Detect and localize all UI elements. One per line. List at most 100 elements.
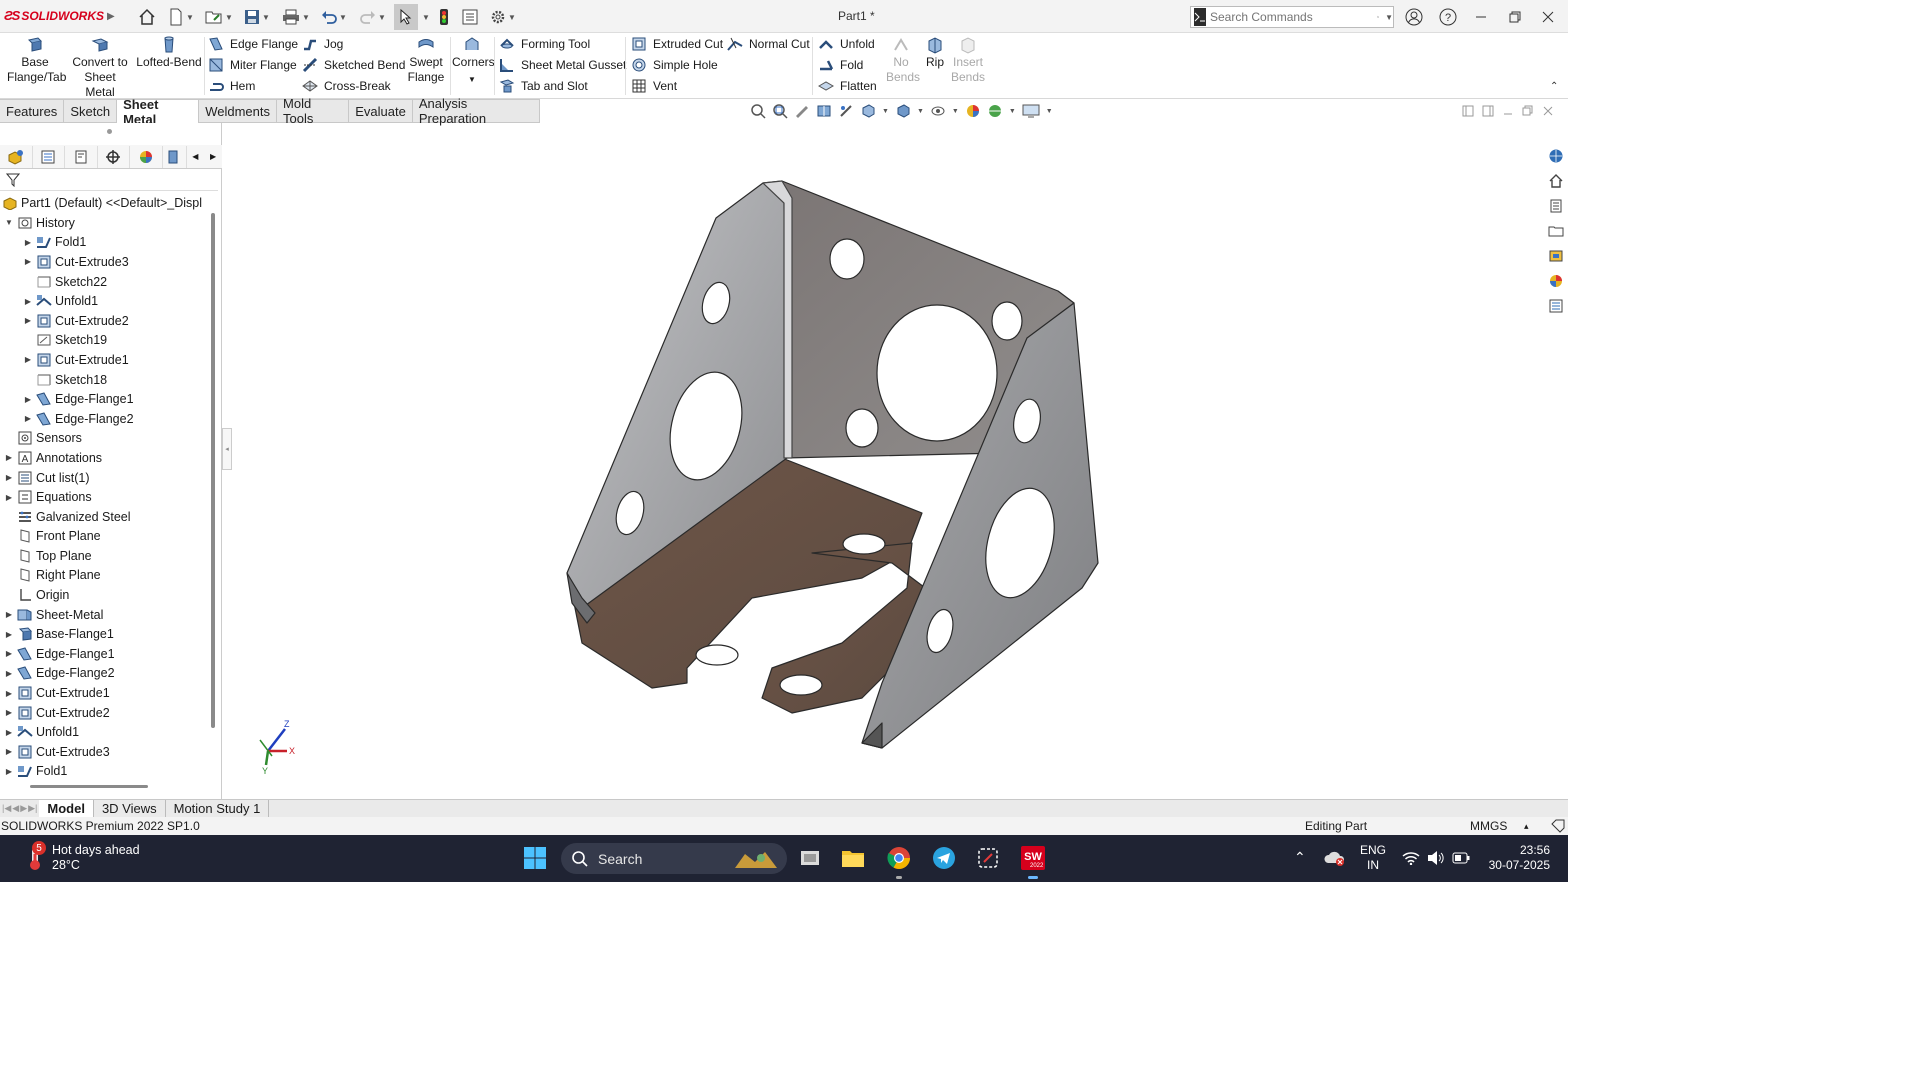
feature-tree-tab[interactable] [0,145,33,168]
select-button[interactable] [394,4,418,30]
tree-item[interactable]: ▶ Edge-Flange1 [0,644,210,664]
expand-arrow-icon[interactable]: ▶ [23,355,33,364]
collapse-arrow-icon[interactable]: ▼ [4,218,14,227]
tree-item[interactable]: ▶ Edge-Flange2 [0,664,210,684]
simple-hole-button[interactable]: Simple Hole [631,55,718,75]
tree-item[interactable]: Sketch22 [0,272,210,292]
flatten-button[interactable]: Flatten [818,76,877,96]
forming-tool-button[interactable]: Forming Tool [499,34,590,54]
tree-item[interactable]: Sensors [0,429,210,449]
tab-nav-arrows[interactable]: |◀ ◀ ▶ ▶| [0,803,39,814]
pane-collapse-handle[interactable]: ◂ [222,428,232,470]
tree-item[interactable]: Origin [0,585,210,605]
sheet-metal-tab[interactable] [163,145,187,168]
vent-button[interactable]: Vent [631,76,677,96]
collapse-ribbon-icon[interactable]: ⌃ [1550,81,1558,92]
menu-expand-icon[interactable]: ▶ [107,11,115,22]
rebuild-button[interactable] [438,7,450,27]
solidworks-taskbar-button[interactable]: SW 2022 [1020,845,1046,871]
tree-item[interactable]: ▶ Fold1 [0,762,210,782]
jog-button[interactable]: Jog [302,34,343,54]
expand-arrow-icon[interactable]: ▶ [4,453,14,462]
expand-arrow-icon[interactable]: ▶ [4,649,14,658]
expand-arrow-icon[interactable]: ▶ [4,630,14,639]
undo-button[interactable]: ▼ [321,7,347,27]
user-account-button[interactable] [1403,6,1425,28]
no-bends-button[interactable]: No Bends [884,36,920,85]
convert-to-sheet-metal-button[interactable]: Convert to Sheet Metal [68,36,132,100]
appearances-tab[interactable] [1546,246,1566,265]
doc-restore-icon[interactable] [1522,105,1534,117]
home-button[interactable] [138,7,156,27]
section-view-icon[interactable] [816,103,832,119]
tree-horizontal-scrollbar[interactable] [30,785,148,788]
corners-dropdown-icon[interactable]: ▼ [452,72,492,87]
hide-show-items-icon[interactable] [930,103,946,119]
tab-evaluate[interactable]: Evaluate [349,99,413,123]
start-button[interactable] [522,845,548,871]
volume-icon[interactable] [1427,850,1445,866]
tree-item[interactable]: ▶ Cut-Extrude1 [0,683,210,703]
swept-flange-button[interactable]: Swept Flange [404,36,448,85]
zoom-to-fit-icon[interactable] [750,103,766,119]
expand-arrow-icon[interactable]: ▶ [4,728,14,737]
view-palette-tab[interactable] [1546,221,1566,240]
search-dropdown-icon[interactable]: ▼ [1385,13,1393,22]
tree-vertical-scrollbar[interactable] [211,213,215,728]
last-tab-icon[interactable]: ▶| [28,803,37,814]
zoom-to-area-icon[interactable] [772,103,788,119]
view-settings-dropdown-icon[interactable]: ▼ [1046,108,1053,115]
expand-arrow-icon[interactable]: ▶ [23,257,33,266]
tab-motion-study-1[interactable]: Motion Study 1 [166,799,270,818]
tree-item[interactable]: Front Plane [0,527,210,547]
search-commands-input[interactable] [1210,10,1355,24]
expand-arrow-icon[interactable]: ▶ [4,473,14,482]
next-tab-icon[interactable]: ▶ [20,803,27,814]
view-settings-icon[interactable] [1022,103,1040,119]
help-button[interactable]: ? [1437,6,1459,28]
rip-button[interactable]: Rip [920,36,950,70]
tree-item[interactable]: ▶ Cut-Extrude1 [0,350,210,370]
tree-item[interactable]: Sketch18 [0,370,210,390]
task-view-button[interactable] [797,845,823,871]
custom-properties-tab[interactable] [1546,296,1566,315]
close-button[interactable] [1537,6,1559,28]
prev-tab-icon[interactable]: ◀ [12,803,19,814]
apply-scene-icon[interactable] [987,103,1003,119]
options-button[interactable]: ▼ [490,7,516,27]
display-manager-tab[interactable] [130,145,163,168]
scenes-tab[interactable] [1546,271,1566,290]
tree-item[interactable]: Right Plane [0,566,210,586]
tree-item[interactable]: ▶ Cut-Extrude2 [0,311,210,331]
units-selector[interactable]: MMGS [1470,819,1507,833]
wifi-icon[interactable] [1402,851,1420,865]
fold-button[interactable]: Fold [818,55,863,75]
redo-button[interactable]: ▼ [360,7,386,27]
expand-arrow-icon[interactable]: ▶ [4,689,14,698]
tree-item[interactable]: Sketch19 [0,331,210,351]
search-commands-box[interactable]: ▼ [1190,6,1394,28]
onedrive-button[interactable] [1322,845,1348,871]
clock[interactable]: 23:56 30-07-2025 [1484,843,1550,873]
dimxpert-tab[interactable] [98,145,131,168]
tag-icon[interactable] [1551,819,1565,833]
lofted-bend-button[interactable]: Lofted-Bend [136,36,202,70]
view-orientation-icon[interactable] [860,103,876,119]
tab-analysis-preparation[interactable]: Analysis Preparation [412,96,540,126]
tree-item[interactable]: ▶ Fold1 [0,233,210,253]
tree-item[interactable]: ▶ Unfold1 [0,291,210,311]
edge-flange-button[interactable]: Edge Flange [208,34,298,54]
hide-show-dropdown-icon[interactable]: ▼ [952,108,959,115]
tree-item[interactable]: ▶ Cut-Extrude3 [0,252,210,272]
tree-item[interactable]: ▶ A Annotations [0,448,210,468]
chrome-taskbar-button[interactable] [886,845,912,871]
restore-button[interactable] [1504,6,1526,28]
minimize-button[interactable] [1470,6,1492,28]
search-icon[interactable] [1377,9,1380,25]
telegram-taskbar-button[interactable] [931,845,957,871]
edit-appearance-icon[interactable] [965,103,981,119]
taskbar-search[interactable]: Search [561,843,787,874]
units-dropdown-icon[interactable]: ▴ [1524,821,1529,832]
solidworks-resources-tab[interactable] [1546,146,1566,165]
expand-arrow-icon[interactable]: ▶ [23,414,33,423]
